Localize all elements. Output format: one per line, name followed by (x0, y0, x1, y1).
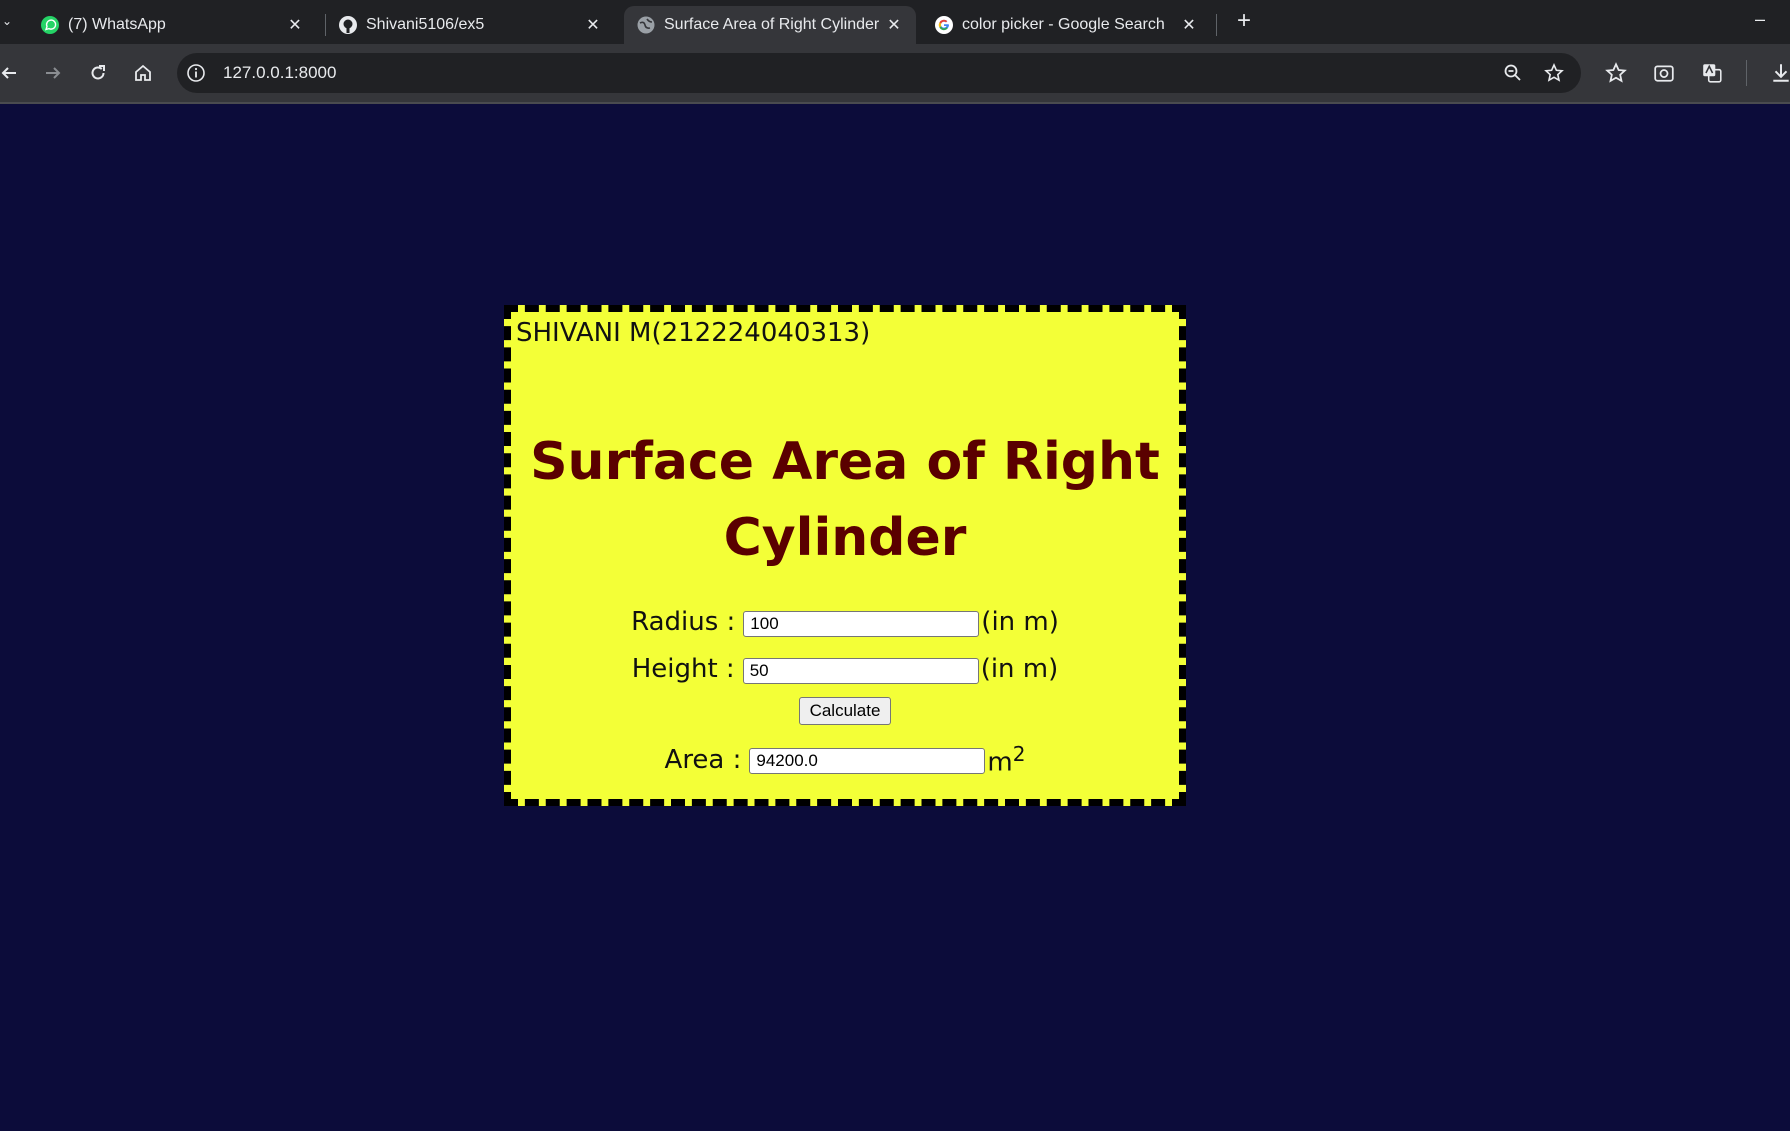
radius-label: Radius : (631, 607, 736, 637)
tab-label: Surface Area of Right Cylinder (664, 16, 880, 33)
toolbar-border (0, 102, 1790, 104)
tab-google-search[interactable]: color picker - Google Search ✕ (922, 6, 1211, 44)
calculator-card: SHIVANI M(212224040313) Surface Area of … (504, 305, 1186, 806)
tab-label: Shivani5106/ex5 (366, 16, 485, 33)
tab-strip: ⌄ (7) WhatsApp ✕ Shivani5106/ex5 ✕ Surfa… (0, 0, 1790, 44)
tab-label: (7) WhatsApp (68, 16, 166, 33)
area-row: Area : m2 (511, 742, 1179, 778)
address-bar[interactable]: 127.0.0.1:8000 (177, 53, 1581, 93)
forward-button[interactable] (38, 58, 68, 88)
translate-button[interactable] (1697, 58, 1727, 88)
url-text[interactable]: 127.0.0.1:8000 (223, 53, 336, 93)
camera-icon (1654, 65, 1674, 82)
height-unit: (in m) (980, 654, 1059, 684)
home-icon (135, 64, 151, 81)
back-arrow-icon (1, 67, 16, 79)
site-info-icon[interactable] (186, 63, 206, 83)
zoom-icon[interactable] (1503, 63, 1523, 83)
page-title: Surface Area of Right Cylinder (530, 432, 1160, 568)
bookmarks-button[interactable] (1601, 58, 1631, 88)
calculate-button[interactable]: Calculate (798, 697, 892, 725)
tab-label: color picker - Google Search (962, 16, 1165, 33)
close-icon[interactable]: ✕ (583, 15, 603, 35)
star-list-icon (1605, 62, 1627, 83)
tab-surface-area[interactable]: Surface Area of Right Cylinder ✕ (624, 6, 916, 44)
reload-icon (91, 65, 105, 80)
radius-unit: (in m) (981, 607, 1059, 637)
screenshot-button[interactable] (1649, 58, 1679, 88)
forward-arrow-icon (46, 67, 61, 79)
calculate-row: Calculate (511, 697, 1179, 725)
close-icon[interactable]: ✕ (1179, 15, 1199, 35)
area-unit: m2 (987, 742, 1025, 778)
globe-icon (637, 16, 655, 34)
bookmark-star-icon[interactable] (1544, 63, 1564, 83)
github-icon (339, 16, 357, 34)
google-icon (935, 16, 953, 34)
reload-button[interactable] (83, 58, 113, 88)
close-icon[interactable]: ✕ (285, 15, 305, 35)
area-unit-exponent: 2 (1012, 742, 1026, 766)
author-label: SHIVANI M(212224040313) (516, 318, 871, 348)
radius-input[interactable] (743, 610, 980, 637)
close-icon[interactable]: ✕ (884, 15, 904, 35)
new-tab-button[interactable]: + (1228, 6, 1260, 38)
home-button[interactable] (128, 58, 158, 88)
download-icon (1773, 64, 1789, 82)
back-button[interactable] (0, 58, 24, 88)
minimize-button[interactable]: – (1740, 4, 1780, 34)
tab-search-chevron-icon[interactable]: ⌄ (0, 8, 14, 34)
radius-row: Radius : (in m) (511, 607, 1179, 637)
tab-separator (1216, 14, 1217, 36)
translate-icon (1703, 64, 1722, 83)
area-unit-base: m (987, 747, 1013, 778)
height-input[interactable] (742, 657, 979, 684)
tab-whatsapp[interactable]: (7) WhatsApp ✕ (28, 6, 317, 44)
whatsapp-icon (41, 16, 59, 34)
toolbar-divider (1746, 60, 1747, 86)
area-label: Area : (664, 744, 742, 775)
downloads-button[interactable] (1766, 58, 1790, 88)
tab-github[interactable]: Shivani5106/ex5 ✕ (326, 6, 615, 44)
browser-toolbar: 127.0.0.1:8000 (0, 44, 1790, 102)
area-output[interactable] (749, 748, 986, 775)
height-row: Height : (in m) (511, 654, 1179, 684)
height-label: Height : (631, 654, 735, 684)
